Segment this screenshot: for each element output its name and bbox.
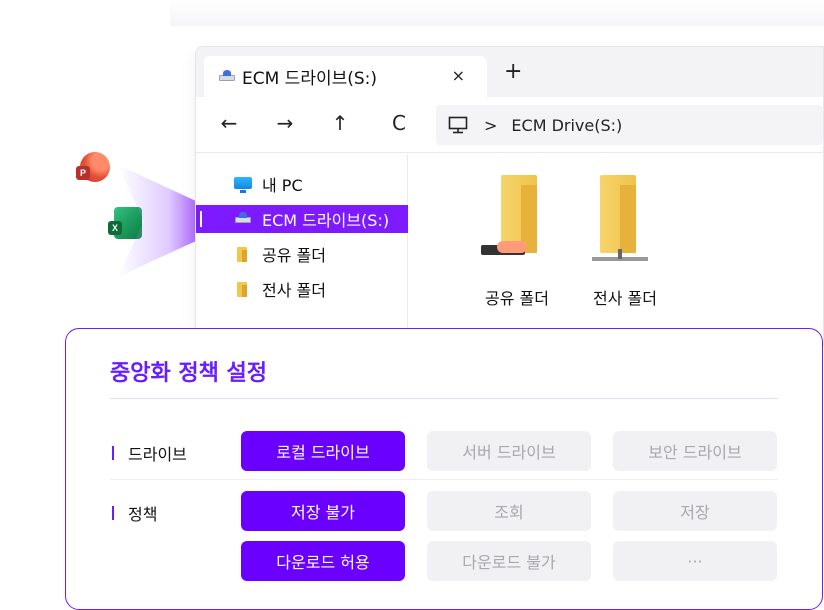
top-fade	[170, 0, 824, 26]
tab-ecm-drive[interactable]: ECM 드라이브(S:) ×	[204, 56, 487, 97]
powerpoint-badge: P	[76, 166, 90, 180]
new-tab-button[interactable]: +	[504, 61, 522, 83]
computer-icon	[448, 116, 468, 134]
option-save[interactable]: 저장	[613, 491, 777, 531]
row-label-drive: 드라이브	[112, 441, 187, 465]
powerpoint-icon: P	[76, 152, 110, 182]
option-view[interactable]: 조회	[427, 491, 591, 531]
excel-badge: X	[108, 221, 122, 235]
address-path: ECM Drive(S:)	[511, 115, 623, 135]
network-drive-icon	[234, 211, 254, 227]
divider	[110, 398, 778, 399]
folder-label-shared[interactable]: 공유 폴더	[485, 285, 549, 309]
forward-arrow-icon[interactable]: →	[272, 111, 298, 135]
sidebar-item-label: ECM 드라이브(S:)	[262, 211, 390, 230]
close-tab-icon[interactable]: ×	[452, 66, 465, 85]
network-drive-icon	[218, 69, 235, 84]
sidebar-item-label: 전사 폴더	[262, 281, 326, 300]
sidebar-item-my-pc[interactable]: 내 PC	[196, 170, 408, 198]
option-secure-drive[interactable]: 보안 드라이브	[613, 431, 777, 471]
up-arrow-icon[interactable]: ↑	[327, 111, 353, 135]
computer-icon	[234, 176, 254, 193]
sidebar-item-label: 공유 폴더	[262, 246, 326, 265]
navigation-pane: 내 PC ECM 드라이브(S:) 공유 폴더 전사 폴더	[196, 154, 408, 345]
tab-title: ECM 드라이브(S:)	[242, 69, 378, 89]
selection-indicator	[200, 211, 202, 227]
label-marker	[112, 506, 114, 520]
refresh-icon[interactable]: C	[386, 111, 412, 135]
sidebar-item-company-folder[interactable]: 전사 폴더	[196, 275, 408, 303]
tab-strip: ECM 드라이브(S:) × +	[196, 47, 823, 97]
network-folder-icon[interactable]	[580, 175, 650, 271]
label-marker	[112, 446, 114, 460]
card-title: 중앙화 정책 설정	[110, 361, 267, 386]
option-more[interactable]: ···	[613, 541, 777, 581]
back-arrow-icon[interactable]: ←	[216, 111, 242, 135]
folder-icon	[234, 246, 254, 262]
option-download-blocked[interactable]: 다운로드 불가	[427, 541, 591, 581]
shared-folder-icon[interactable]	[481, 175, 551, 271]
sidebar-item-label: 내 PC	[262, 176, 303, 195]
option-server-drive[interactable]: 서버 드라이브	[427, 431, 591, 471]
breadcrumb-separator: >	[484, 115, 498, 135]
address-bar[interactable]: > ECM Drive(S:)	[436, 105, 823, 145]
row-label-policy: 정책	[112, 501, 157, 525]
navigation-bar: ← → ↑ C > ECM Drive(S:)	[196, 97, 823, 153]
folder-icon	[234, 281, 254, 297]
policy-settings-card: 중앙화 정책 설정 드라이브 로컬 드라이브 서버 드라이브 보안 드라이브 정…	[65, 328, 823, 610]
file-explorer-window: ECM 드라이브(S:) × + ← → ↑ C > ECM Drive(S:)…	[195, 46, 824, 346]
option-download-allowed[interactable]: 다운로드 허용	[241, 541, 405, 581]
row-label-text: 드라이브	[128, 445, 187, 464]
folder-label-company[interactable]: 전사 폴더	[593, 285, 657, 309]
sidebar-item-ecm-drive[interactable]: ECM 드라이브(S:)	[196, 205, 408, 233]
sidebar-item-shared-folder[interactable]: 공유 폴더	[196, 240, 408, 268]
divider	[110, 479, 778, 480]
option-local-drive[interactable]: 로컬 드라이브	[241, 431, 405, 471]
row-label-text: 정책	[128, 505, 158, 524]
option-save-disabled[interactable]: 저장 불가	[241, 491, 405, 531]
